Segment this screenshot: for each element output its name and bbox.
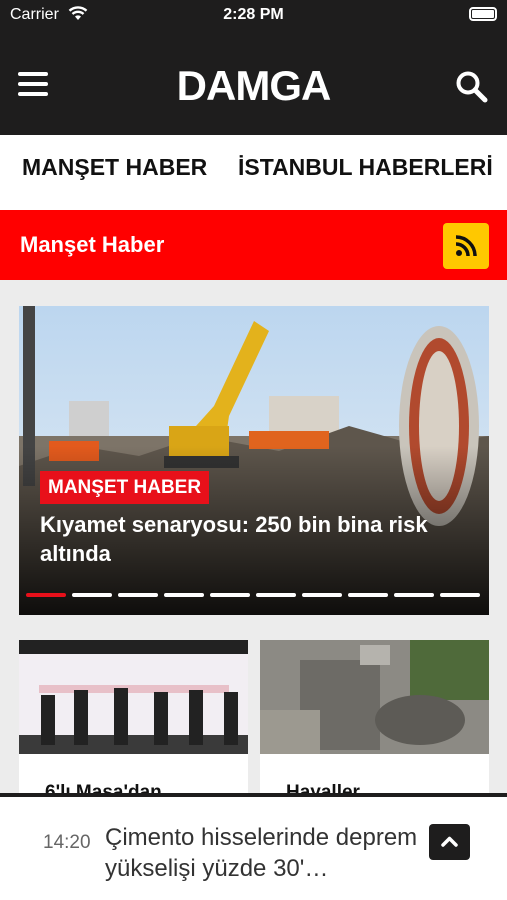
category-tabs: MANŞET HABER İSTANBUL HABERLERİ — [0, 135, 507, 210]
slider-dot[interactable] — [256, 593, 296, 597]
headline-slider[interactable]: MANŞET HABER Kıyamet senaryosu: 250 bin … — [19, 306, 489, 615]
site-logo[interactable]: DAMGA — [0, 62, 507, 110]
slider-dot[interactable] — [348, 593, 388, 597]
slider-dot[interactable] — [164, 593, 204, 597]
ticker-time: 14:20 — [43, 832, 91, 853]
news-card-photo — [19, 640, 248, 754]
clock: 2:28 PM — [223, 6, 284, 23]
slider-dot[interactable] — [26, 593, 66, 597]
section-title: Manşet Haber — [20, 232, 165, 257]
rss-icon[interactable] — [443, 223, 489, 269]
slider-dot[interactable] — [118, 593, 158, 597]
category-badge[interactable]: MANŞET HABER — [40, 471, 210, 504]
news-card[interactable]: 6'lı Masa'dan — [19, 640, 248, 810]
headline-title[interactable]: Kıyamet senaryosu: 250 bin bina risk alt… — [40, 510, 480, 568]
breaking-news-ticker[interactable]: 14:20 Çimento hisselerinde deprem yüksel… — [0, 797, 507, 900]
search-icon[interactable] — [455, 70, 489, 104]
slider-dot[interactable] — [302, 593, 342, 597]
battery-icon — [469, 7, 497, 21]
tab-istanbul-haberleri[interactable]: İSTANBUL HABERLERİ — [238, 154, 493, 181]
app-header: DAMGA — [0, 32, 507, 135]
slider-dot[interactable] — [72, 593, 112, 597]
tab-manset-haber[interactable]: MANŞET HABER — [22, 154, 207, 181]
status-bar: Carrier 2:28 PM — [0, 0, 507, 32]
news-card-photo — [260, 640, 489, 754]
slider-dot[interactable] — [440, 593, 480, 597]
slider-dot[interactable] — [394, 593, 434, 597]
slider-pagination — [26, 593, 482, 598]
news-card[interactable]: Hayaller — [260, 640, 489, 810]
ticker-headline[interactable]: Çimento hisselerinde deprem yükselişi yü… — [105, 822, 425, 884]
section-header: Manşet Haber — [0, 210, 507, 280]
chevron-up-icon[interactable] — [429, 824, 470, 860]
slider-dot[interactable] — [210, 593, 250, 597]
